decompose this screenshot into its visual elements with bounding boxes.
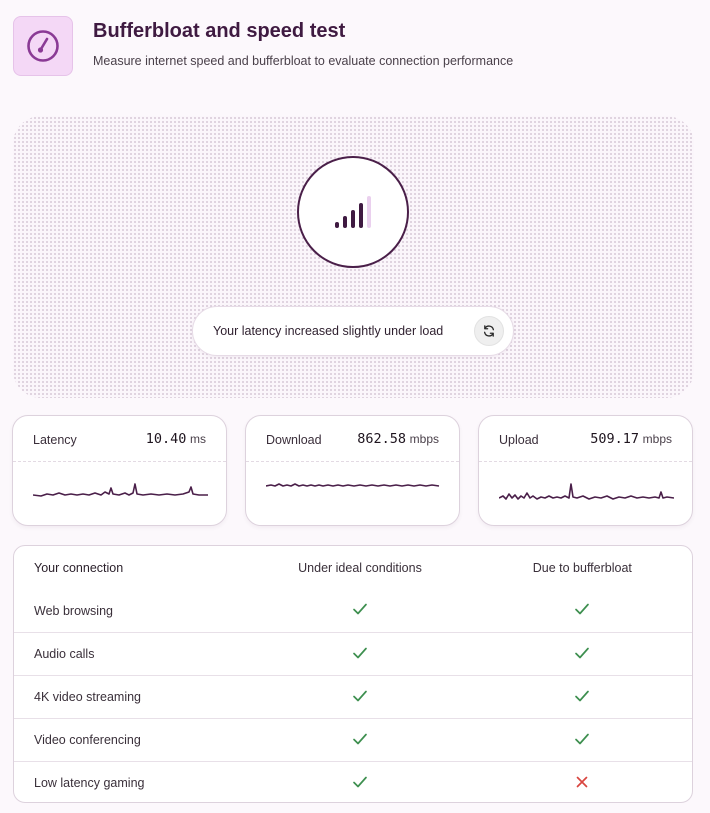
download-label: Download <box>266 433 322 447</box>
check-icon <box>247 732 472 749</box>
page-subtitle: Measure internet speed and bufferbloat t… <box>93 54 514 68</box>
latency-label: Latency <box>33 433 77 447</box>
row-label: 4K video streaming <box>34 690 142 704</box>
signal-bar-2 <box>343 216 347 228</box>
signal-gauge <box>297 156 409 268</box>
signal-bar-3 <box>351 210 355 228</box>
column-header: Due to bufferbloat <box>532 560 632 575</box>
signal-bar-4 <box>359 203 363 228</box>
cross-icon <box>473 775 692 792</box>
check-icon <box>247 602 472 619</box>
latency-sparkline <box>33 483 208 497</box>
table-header-row: Your connection Under ideal conditions D… <box>14 546 692 589</box>
table-row: 4K video streaming <box>14 675 692 718</box>
table-row: Low latency gaming <box>14 761 692 802</box>
download-sparkline <box>266 483 440 487</box>
signal-bar-1 <box>335 222 339 228</box>
check-icon <box>473 689 692 706</box>
table-row: Video conferencing <box>14 718 692 761</box>
latency-status-pill: Your latency increased slightly under lo… <box>192 306 514 356</box>
row-label: Audio calls <box>34 647 95 661</box>
column-header: Under ideal conditions <box>298 560 422 575</box>
row-label: Low latency gaming <box>34 776 145 790</box>
row-label: Web browsing <box>34 603 113 618</box>
check-icon <box>247 646 472 663</box>
speedometer-icon <box>13 16 73 76</box>
upload-card: Upload 509.17 mbps <box>478 415 693 526</box>
download-card: Download 862.58 mbps <box>245 415 460 526</box>
table-row: Web browsing <box>14 589 692 632</box>
column-header: Your connection <box>34 560 124 575</box>
page-title: Bufferbloat and speed test <box>93 20 346 42</box>
check-icon <box>473 646 692 663</box>
upload-label: Upload <box>499 433 539 447</box>
signal-bar-5 <box>367 196 371 228</box>
refresh-button[interactable] <box>474 316 504 346</box>
download-value: 862.58 mbps <box>357 431 439 447</box>
connection-table: Your connection Under ideal conditions D… <box>13 545 693 803</box>
refresh-icon <box>483 325 495 337</box>
check-icon <box>473 732 692 749</box>
latency-card: Latency 10.40 ms <box>12 415 227 526</box>
latency-status-text: Your latency increased slightly under lo… <box>213 324 444 338</box>
upload-sparkline <box>499 483 674 500</box>
latency-value: 10.40 ms <box>145 431 206 447</box>
page-header: Bufferbloat and speed test Measure inter… <box>13 16 513 76</box>
check-icon <box>247 689 472 706</box>
check-icon <box>247 775 472 792</box>
upload-value: 509.17 mbps <box>590 431 672 447</box>
table-row: Audio calls <box>14 632 692 675</box>
signal-bars-icon <box>335 196 371 228</box>
check-icon <box>473 602 692 619</box>
test-hero-panel: Your latency increased slightly under lo… <box>13 116 694 398</box>
row-label: Video conferencing <box>34 733 141 747</box>
